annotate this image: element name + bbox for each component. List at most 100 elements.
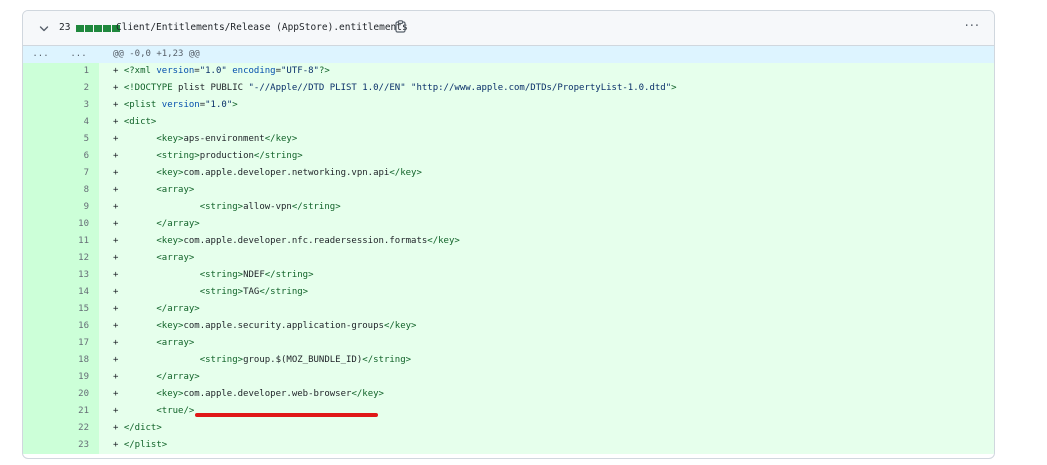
old-line-number[interactable]: [23, 335, 58, 352]
code-token: +: [113, 202, 200, 212]
code-token: <array>: [156, 253, 195, 263]
old-line-number[interactable]: [23, 284, 58, 301]
diff-line-row: 6 + <string>production</string>: [23, 148, 994, 165]
old-line-number[interactable]: [23, 63, 58, 80]
code-line: + <!DOCTYPE plist PUBLIC "-//Apple//DTD …: [99, 80, 994, 97]
diff-body: ... ... @@ -0,0 +1,23 @@ 1 + <?xml versio…: [23, 46, 994, 454]
diff-line-row: 7 + <key>com.apple.developer.networking.v…: [23, 165, 994, 182]
old-line-number[interactable]: [23, 114, 58, 131]
new-line-number[interactable]: 4: [58, 114, 99, 131]
code-token: <?xml: [123, 66, 157, 76]
code-line: + <array>: [99, 335, 994, 352]
new-line-number[interactable]: 22: [58, 420, 99, 437]
code-token: <string>: [199, 287, 244, 297]
code-token: +: [113, 355, 200, 365]
new-line-number[interactable]: 12: [58, 250, 99, 267]
new-line-number[interactable]: 3: [58, 97, 99, 114]
diff-line-row: 21 + <true/>: [23, 403, 994, 420]
new-line-number[interactable]: 9: [58, 199, 99, 216]
code-token: group.$(MOZ_BUNDLE_ID): [243, 355, 363, 365]
code-token: "1.0": [205, 100, 233, 110]
file-path-link[interactable]: Client/Entitlements/Release (AppStore).e…: [116, 22, 408, 33]
hunk-header-row: ... ... @@ -0,0 +1,23 @@: [23, 46, 994, 63]
code-token: <string>: [199, 202, 244, 212]
old-line-number[interactable]: [23, 403, 58, 420]
old-line-number[interactable]: [23, 199, 58, 216]
new-line-number[interactable]: 6: [58, 148, 99, 165]
old-line-number[interactable]: [23, 318, 58, 335]
code-token: </key>: [427, 236, 460, 246]
old-line-number[interactable]: [23, 97, 58, 114]
old-line-number[interactable]: [23, 386, 58, 403]
old-line-number[interactable]: [23, 369, 58, 386]
old-line-number[interactable]: [23, 131, 58, 148]
diff-line-row: 10 + </array>: [23, 216, 994, 233]
new-line-number[interactable]: 19: [58, 369, 99, 386]
old-line-number[interactable]: [23, 352, 58, 369]
diff-line-row: 17 + <array>: [23, 335, 994, 352]
old-line-number[interactable]: [23, 250, 58, 267]
code-token: allow-vpn: [243, 202, 292, 212]
code-token: <plist: [123, 100, 162, 110]
code-token: +: [113, 440, 124, 450]
new-line-number[interactable]: 23: [58, 437, 99, 454]
code-token: com.apple.security.application-groups: [183, 321, 384, 331]
new-line-number[interactable]: 17: [58, 335, 99, 352]
code-token: <array>: [156, 185, 195, 195]
code-token: </string>: [362, 355, 412, 365]
old-line-number[interactable]: [23, 267, 58, 284]
new-line-number[interactable]: 14: [58, 284, 99, 301]
code-token: production: [199, 151, 254, 161]
code-token: <key>: [156, 389, 184, 399]
old-line-number[interactable]: [23, 233, 58, 250]
code-token: aps-environment: [183, 134, 265, 144]
code-line: + </plist>: [99, 437, 994, 454]
code-line: + </dict>: [99, 420, 994, 437]
old-line-number[interactable]: [23, 148, 58, 165]
new-line-number[interactable]: 15: [58, 301, 99, 318]
diff-line-row: 19 + </array>: [23, 369, 994, 386]
more-options-button[interactable]: ···: [965, 19, 980, 34]
code-token: +: [113, 100, 124, 110]
diff-line-row: 1 + <?xml version="1.0" encoding="UTF-8"?…: [23, 63, 994, 80]
code-token: plist PUBLIC: [178, 83, 249, 93]
new-line-number[interactable]: 8: [58, 182, 99, 199]
diffstat-block: [103, 25, 111, 32]
new-line-number[interactable]: 7: [58, 165, 99, 182]
new-line-number[interactable]: 18: [58, 352, 99, 369]
code-line: + <key>aps-environment</key>: [99, 131, 994, 148]
old-line-number[interactable]: [23, 216, 58, 233]
diff-line-row: 4 + <dict>: [23, 114, 994, 131]
new-line-number[interactable]: 10: [58, 216, 99, 233]
new-line-number[interactable]: 5: [58, 131, 99, 148]
code-token: +: [113, 117, 124, 127]
new-line-number[interactable]: 13: [58, 267, 99, 284]
code-token: >: [232, 100, 238, 110]
new-line-number[interactable]: 16: [58, 318, 99, 335]
code-token: +: [113, 321, 157, 331]
code-token: "http://www.apple.com/DTDs/PropertyList-…: [411, 83, 672, 93]
diff-line-row: 16 + <key>com.apple.security.application-…: [23, 318, 994, 335]
code-line: + <string>group.$(MOZ_BUNDLE_ID)</string…: [99, 352, 994, 369]
old-line-number[interactable]: [23, 80, 58, 97]
old-line-number[interactable]: [23, 420, 58, 437]
code-token: <true/>: [156, 406, 195, 416]
new-line-number[interactable]: 1: [58, 63, 99, 80]
copy-icon[interactable]: [395, 20, 406, 33]
new-line-number[interactable]: 2: [58, 80, 99, 97]
code-token: <!DOCTYPE: [123, 83, 179, 93]
new-line-number[interactable]: 11: [58, 233, 99, 250]
old-line-number[interactable]: [23, 301, 58, 318]
code-line: + <dict>: [99, 114, 994, 131]
new-line-number[interactable]: 21: [58, 403, 99, 420]
new-line-number[interactable]: 20: [58, 386, 99, 403]
code-token: +: [113, 236, 157, 246]
old-line-expander[interactable]: ...: [23, 46, 58, 63]
new-line-expander[interactable]: ...: [58, 46, 99, 63]
old-line-number[interactable]: [23, 165, 58, 182]
chevron-down-icon[interactable]: [38, 23, 50, 35]
old-line-number[interactable]: [23, 182, 58, 199]
code-token: TAG: [243, 287, 260, 297]
old-line-number[interactable]: [23, 437, 58, 454]
code-line: + <plist version="1.0">: [99, 97, 994, 114]
